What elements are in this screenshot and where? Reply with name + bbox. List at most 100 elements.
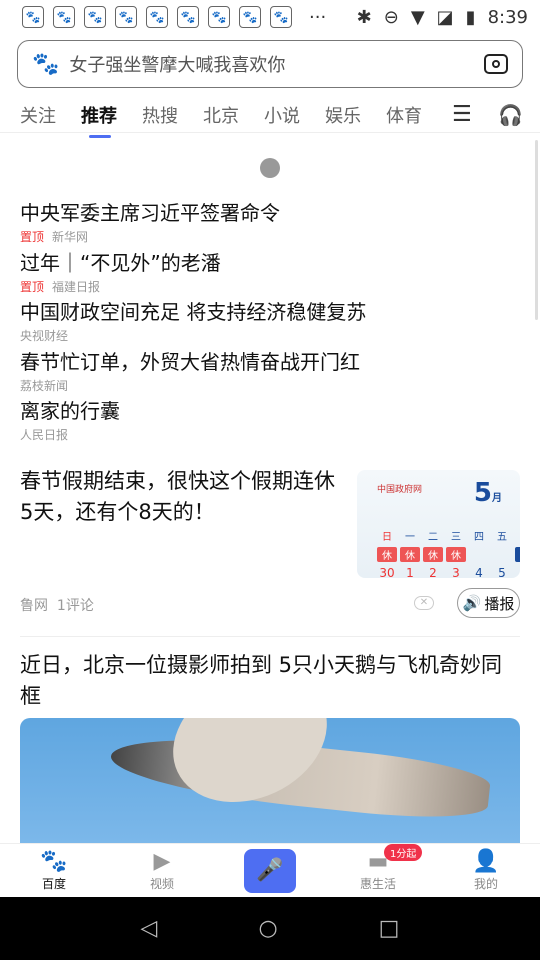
tab-6[interactable]: 体育 [386,102,422,128]
pinned-tag: 置顶 [20,230,45,244]
day: 2 [429,566,437,578]
hot-news-meta: 人民日报 [20,426,120,443]
gov-logo: 中国政府网 [377,485,423,495]
tab-4[interactable]: 小说 [264,102,300,128]
news-source: 新华网 [52,230,89,244]
month-label: 5月 [473,478,502,508]
hot-news-title: 过年｜“不见外”的老潘 [20,250,221,275]
voice-search-button[interactable]: 🎤 [216,844,324,897]
user-icon: 👤 [472,849,500,874]
article-title[interactable]: 春节假期结束，很快这个假期连休5天，还有个8天的！ [20,466,345,528]
day: 6 [515,566,520,578]
bottom-nav: 🐾 百度 ▶ 视频 🎤 ▬ 惠生活 1分起 👤 我的 [0,843,540,897]
day: 1 [406,566,414,578]
weekday: 五 [497,532,507,543]
nav-me[interactable]: 👤 我的 [432,844,540,897]
news-source: 人民日报 [20,428,69,442]
day-tag [492,547,512,562]
hot-news-meta: 央视财经 [20,327,366,344]
tab-1[interactable]: 推荐 [81,102,117,138]
news-source: 央视财经 [20,329,69,343]
speaker-icon: 🔊 [462,594,482,612]
article-thumbnail[interactable]: 中国政府网 5月 日一二三四五六休休休休班3012345678910111213 [357,470,520,578]
overflow-indicator: ··· [309,6,327,28]
weekday: 日 [382,532,392,543]
tab-5[interactable]: 娱乐 [325,102,361,128]
day-tag: 休 [400,547,420,562]
tab-2[interactable]: 热搜 [142,102,178,128]
day: 30 [379,566,395,578]
play-icon: ▶ [153,849,171,874]
day-tag [469,547,489,562]
weekday: 六 [515,528,520,543]
day-tag: 休 [423,547,443,562]
system-icons: ✱ ⊖ ▼ ◪ ▮ 8:39 [357,7,528,28]
article-meta: 鲁网 1评论 [20,598,94,614]
scrollbar[interactable] [535,140,538,320]
hot-news-title: 中央军委主席习近平签署命令 [20,201,280,225]
dismiss-icon[interactable]: ✕ [414,596,434,610]
headphones-icon[interactable]: 🎧 [498,103,523,127]
baidu-logo-icon: 🐾 [32,51,60,77]
day-tag: 休 [446,547,466,562]
swan-photo[interactable] [20,718,520,844]
bluetooth-icon: ✱ [356,6,372,28]
baidu-notification-icon: 🐾 [239,6,261,28]
pinned-tag: 置顶 [20,279,45,294]
search-input[interactable]: 女子强坐警摩大喊我喜欢你 [69,51,484,77]
hot-news-item[interactable]: 中国财政空间充足 将支持经济稳健复苏 央视财经 [20,296,366,344]
status-bar: 🐾 🐾 🐾 🐾 🐾 🐾 🐾 🐾 🐾 ··· ✱ ⊖ ▼ ◪ ▮ 8:39 [0,0,540,34]
hot-news-item[interactable]: 春节忙订单，外贸大省热情奋战开门红荔枝新闻 [20,346,360,394]
clock: 8:39 [487,6,528,28]
day: 3 [452,566,460,578]
nav-life[interactable]: ▬ 惠生活 1分起 [324,844,432,897]
search-bar[interactable]: 🐾 女子强坐警摩大喊我喜欢你 [17,40,523,88]
hot-news-item[interactable]: 中央军委主席习近平签署命令置顶 新华网 [20,197,280,245]
promo-badge: 1分起 [384,844,423,861]
news-source: 荔枝新闻 [20,378,69,393]
calendar: 日一二三四五六休休休休班3012345678910111213 [377,528,520,578]
back-icon[interactable]: ◁ [141,916,158,941]
news-source: 福建日报 [52,279,101,294]
baidu-notification-icon: 🐾 [84,6,106,28]
day: 5 [498,566,506,578]
baidu-notification-icon: 🐾 [53,6,75,28]
tab-0[interactable]: 关注 [20,102,56,128]
baidu-notification-icon: 🐾 [22,6,44,28]
hot-news-meta: 荔枝新闻 [20,377,360,394]
tab-3[interactable]: 北京 [203,102,239,128]
baidu-notification-icon: 🐾 [270,6,292,28]
weekday: 一 [405,532,415,543]
divider [20,636,520,637]
baidu-notification-icon: 🐾 [146,6,168,28]
weekday: 三 [451,532,461,543]
hot-news-title: 春节忙订单，外贸大省热情奋战开门红 [20,349,360,374]
hot-news-title: 离家的行囊 [20,399,120,423]
article-title[interactable]: 近日，北京一位摄影师拍到 5只小天鹅与飞机奇妙同框 [20,650,520,712]
nav-video[interactable]: ▶ 视频 [108,844,216,897]
camera-icon[interactable] [484,54,508,74]
day: 4 [475,566,483,578]
microphone-icon: 🎤 [244,848,296,893]
battery-charging-icon: ▮ [465,6,476,28]
menu-icon[interactable]: ☰ [452,102,472,127]
baidu-notification-icon: 🐾 [177,6,199,28]
nav-home[interactable]: 🐾 百度 [0,844,108,897]
play-audio-button[interactable]: 🔊 播报 [457,588,520,618]
hot-news-item[interactable]: 过年｜“不见外”的老潘置顶 福建日报 [20,247,221,295]
no-sim-icon: ◪ [436,6,454,28]
baidu-notification-icon: 🐾 [115,6,137,28]
loading-indicator [260,158,280,178]
hot-news-item[interactable]: 离家的行囊 人民日报 [20,395,120,443]
hot-news-meta: 置顶 新华网 [20,228,280,245]
recents-icon[interactable]: □ [379,916,400,941]
weekday: 四 [474,532,484,543]
channel-tabs: 关注 推荐 热搜 北京 小说 娱乐 体育 ☰ 🎧 [0,97,540,138]
dnd-icon: ⊖ [383,6,399,28]
day-tag: 班 [515,547,520,562]
wifi-icon: ▼ [410,6,425,28]
day-tag: 休 [377,547,397,562]
hot-news-meta: 置顶 福建日报 [20,278,221,295]
weekday: 二 [428,532,438,543]
home-icon[interactable]: ○ [258,916,277,941]
